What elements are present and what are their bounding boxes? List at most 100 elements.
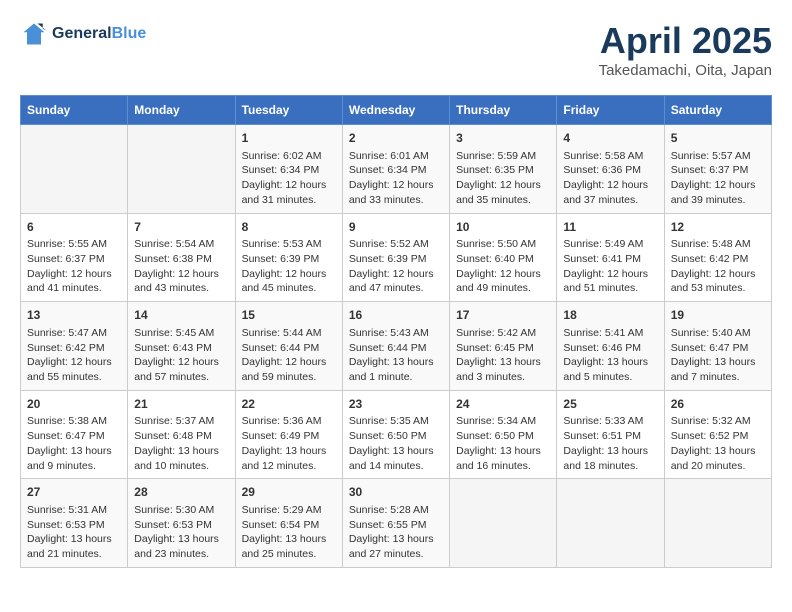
day-info: Sunrise: 5:59 AM Sunset: 6:35 PM Dayligh… [456,149,550,208]
day-info: Sunrise: 5:34 AM Sunset: 6:50 PM Dayligh… [456,414,550,473]
calendar-cell: 25Sunrise: 5:33 AM Sunset: 6:51 PM Dayli… [557,390,664,479]
calendar-cell: 28 Sunrise: 5:30 AM Sunset: 6:53 PM Dayli… [128,479,235,568]
day-info: Sunrise: 5:55 AM Sunset: 6:37 PM Dayligh… [27,237,121,296]
title-area: April 2025 Takedamachi, Oita, Japan [599,20,772,79]
day-info: Sunrise: 5:29 AM Sunset: 6:54 PM Dayligh… [242,503,336,562]
day-info: Sunrise: 5:30 AM Sunset: 6:53 PM Dayligh… [134,503,228,562]
day-number: 23 [349,396,443,413]
day-header-saturday: Saturday [664,96,771,125]
day-info: Sunrise: 5:31 AM Sunset: 6:53 PM Dayligh… [27,503,121,562]
day-info: Sunrise: 5:58 AM Sunset: 6:36 PM Dayligh… [563,149,657,208]
day-info: Sunrise: 5:57 AM Sunset: 6:37 PM Dayligh… [671,149,765,208]
day-number: 28 [134,484,228,501]
calendar-cell: 2 Sunrise: 6:01 AM Sunset: 6:34 PM Daylig… [342,125,449,214]
day-info: Sunrise: 5:32 AM Sunset: 6:52 PM Dayligh… [671,414,765,473]
day-header-tuesday: Tuesday [235,96,342,125]
day-info: Sunrise: 5:40 AM Sunset: 6:47 PM Dayligh… [671,326,765,385]
day-header-thursday: Thursday [450,96,557,125]
calendar-cell: 24Sunrise: 5:34 AM Sunset: 6:50 PM Dayli… [450,390,557,479]
day-info: Sunrise: 5:52 AM Sunset: 6:39 PM Dayligh… [349,237,443,296]
logo-text: GeneralBlue [52,25,146,43]
day-number: 22 [242,396,336,413]
day-number: 12 [671,219,765,236]
day-number: 18 [563,307,657,324]
calendar-cell: 9Sunrise: 5:52 AM Sunset: 6:39 PM Daylig… [342,213,449,302]
calendar-week-4: 20Sunrise: 5:38 AM Sunset: 6:47 PM Dayli… [21,390,772,479]
day-number: 19 [671,307,765,324]
day-number: 15 [242,307,336,324]
calendar-cell: 22Sunrise: 5:36 AM Sunset: 6:49 PM Dayli… [235,390,342,479]
calendar-cell [664,479,771,568]
day-number: 10 [456,219,550,236]
calendar-cell: 11Sunrise: 5:49 AM Sunset: 6:41 PM Dayli… [557,213,664,302]
day-info: Sunrise: 5:43 AM Sunset: 6:44 PM Dayligh… [349,326,443,385]
calendar-cell [128,125,235,214]
day-header-sunday: Sunday [21,96,128,125]
day-number: 21 [134,396,228,413]
calendar-cell: 21Sunrise: 5:37 AM Sunset: 6:48 PM Dayli… [128,390,235,479]
day-info: Sunrise: 5:41 AM Sunset: 6:46 PM Dayligh… [563,326,657,385]
day-info: Sunrise: 5:44 AM Sunset: 6:44 PM Dayligh… [242,326,336,385]
calendar-week-3: 13 Sunrise: 5:47 AM Sunset: 6:42 PM Dayli… [21,302,772,391]
day-info: Sunrise: 5:33 AM Sunset: 6:51 PM Dayligh… [563,414,657,473]
day-info: Sunrise: 5:37 AM Sunset: 6:48 PM Dayligh… [134,414,228,473]
day-header-monday: Monday [128,96,235,125]
header: GeneralBlue April 2025 Takedamachi, Oita… [20,20,772,79]
day-info: Sunrise: 5:53 AM Sunset: 6:39 PM Dayligh… [242,237,336,296]
day-info: Sunrise: 6:02 AM Sunset: 6:34 PM Dayligh… [242,149,336,208]
calendar-cell: 6Sunrise: 5:55 AM Sunset: 6:37 PM Daylig… [21,213,128,302]
calendar-week-2: 6Sunrise: 5:55 AM Sunset: 6:37 PM Daylig… [21,213,772,302]
calendar-week-1: 1 Sunrise: 6:02 AM Sunset: 6:34 PM Daylig… [21,125,772,214]
day-number: 9 [349,219,443,236]
calendar-cell: 14Sunrise: 5:45 AM Sunset: 6:43 PM Dayli… [128,302,235,391]
day-header-friday: Friday [557,96,664,125]
day-number: 11 [563,219,657,236]
calendar-week-5: 27 Sunrise: 5:31 AM Sunset: 6:53 PM Dayli… [21,479,772,568]
day-number: 25 [563,396,657,413]
calendar-cell: 17Sunrise: 5:42 AM Sunset: 6:45 PM Dayli… [450,302,557,391]
day-number: 3 [456,130,550,147]
calendar-cell: 3 Sunrise: 5:59 AM Sunset: 6:35 PM Daylig… [450,125,557,214]
calendar-cell: 7Sunrise: 5:54 AM Sunset: 6:38 PM Daylig… [128,213,235,302]
day-number: 4 [563,130,657,147]
calendar-cell: 13 Sunrise: 5:47 AM Sunset: 6:42 PM Dayli… [21,302,128,391]
calendar-table: SundayMondayTuesdayWednesdayThursdayFrid… [20,95,772,568]
day-info: Sunrise: 5:47 AM Sunset: 6:42 PM Dayligh… [27,326,121,385]
day-info: Sunrise: 5:36 AM Sunset: 6:49 PM Dayligh… [242,414,336,473]
calendar-cell [21,125,128,214]
calendar-cell: 18 Sunrise: 5:41 AM Sunset: 6:46 PM Dayli… [557,302,664,391]
day-number: 13 [27,307,121,324]
day-info: Sunrise: 6:01 AM Sunset: 6:34 PM Dayligh… [349,149,443,208]
day-number: 29 [242,484,336,501]
calendar-cell: 16 Sunrise: 5:43 AM Sunset: 6:44 PM Dayli… [342,302,449,391]
day-info: Sunrise: 5:45 AM Sunset: 6:43 PM Dayligh… [134,326,228,385]
day-number: 6 [27,219,121,236]
day-header-wednesday: Wednesday [342,96,449,125]
calendar-cell: 15 Sunrise: 5:44 AM Sunset: 6:44 PM Dayli… [235,302,342,391]
day-number: 1 [242,130,336,147]
calendar-cell: 23Sunrise: 5:35 AM Sunset: 6:50 PM Dayli… [342,390,449,479]
calendar-cell: 12Sunrise: 5:48 AM Sunset: 6:42 PM Dayli… [664,213,771,302]
day-number: 16 [349,307,443,324]
day-number: 24 [456,396,550,413]
calendar-cell: 10Sunrise: 5:50 AM Sunset: 6:40 PM Dayli… [450,213,557,302]
day-info: Sunrise: 5:38 AM Sunset: 6:47 PM Dayligh… [27,414,121,473]
logo: GeneralBlue [20,20,146,48]
calendar-cell: 26Sunrise: 5:32 AM Sunset: 6:52 PM Dayli… [664,390,771,479]
calendar-cell: 29 Sunrise: 5:29 AM Sunset: 6:54 PM Dayli… [235,479,342,568]
logo-icon [20,20,48,48]
day-number: 30 [349,484,443,501]
subtitle: Takedamachi, Oita, Japan [599,62,772,79]
day-number: 2 [349,130,443,147]
day-number: 27 [27,484,121,501]
calendar-cell: 19 Sunrise: 5:40 AM Sunset: 6:47 PM Dayli… [664,302,771,391]
day-info: Sunrise: 5:35 AM Sunset: 6:50 PM Dayligh… [349,414,443,473]
day-number: 7 [134,219,228,236]
calendar-cell [557,479,664,568]
calendar-cell: 5 Sunrise: 5:57 AM Sunset: 6:37 PM Daylig… [664,125,771,214]
day-number: 5 [671,130,765,147]
month-title: April 2025 [599,20,772,62]
day-info: Sunrise: 5:54 AM Sunset: 6:38 PM Dayligh… [134,237,228,296]
calendar-cell: 20Sunrise: 5:38 AM Sunset: 6:47 PM Dayli… [21,390,128,479]
day-number: 20 [27,396,121,413]
